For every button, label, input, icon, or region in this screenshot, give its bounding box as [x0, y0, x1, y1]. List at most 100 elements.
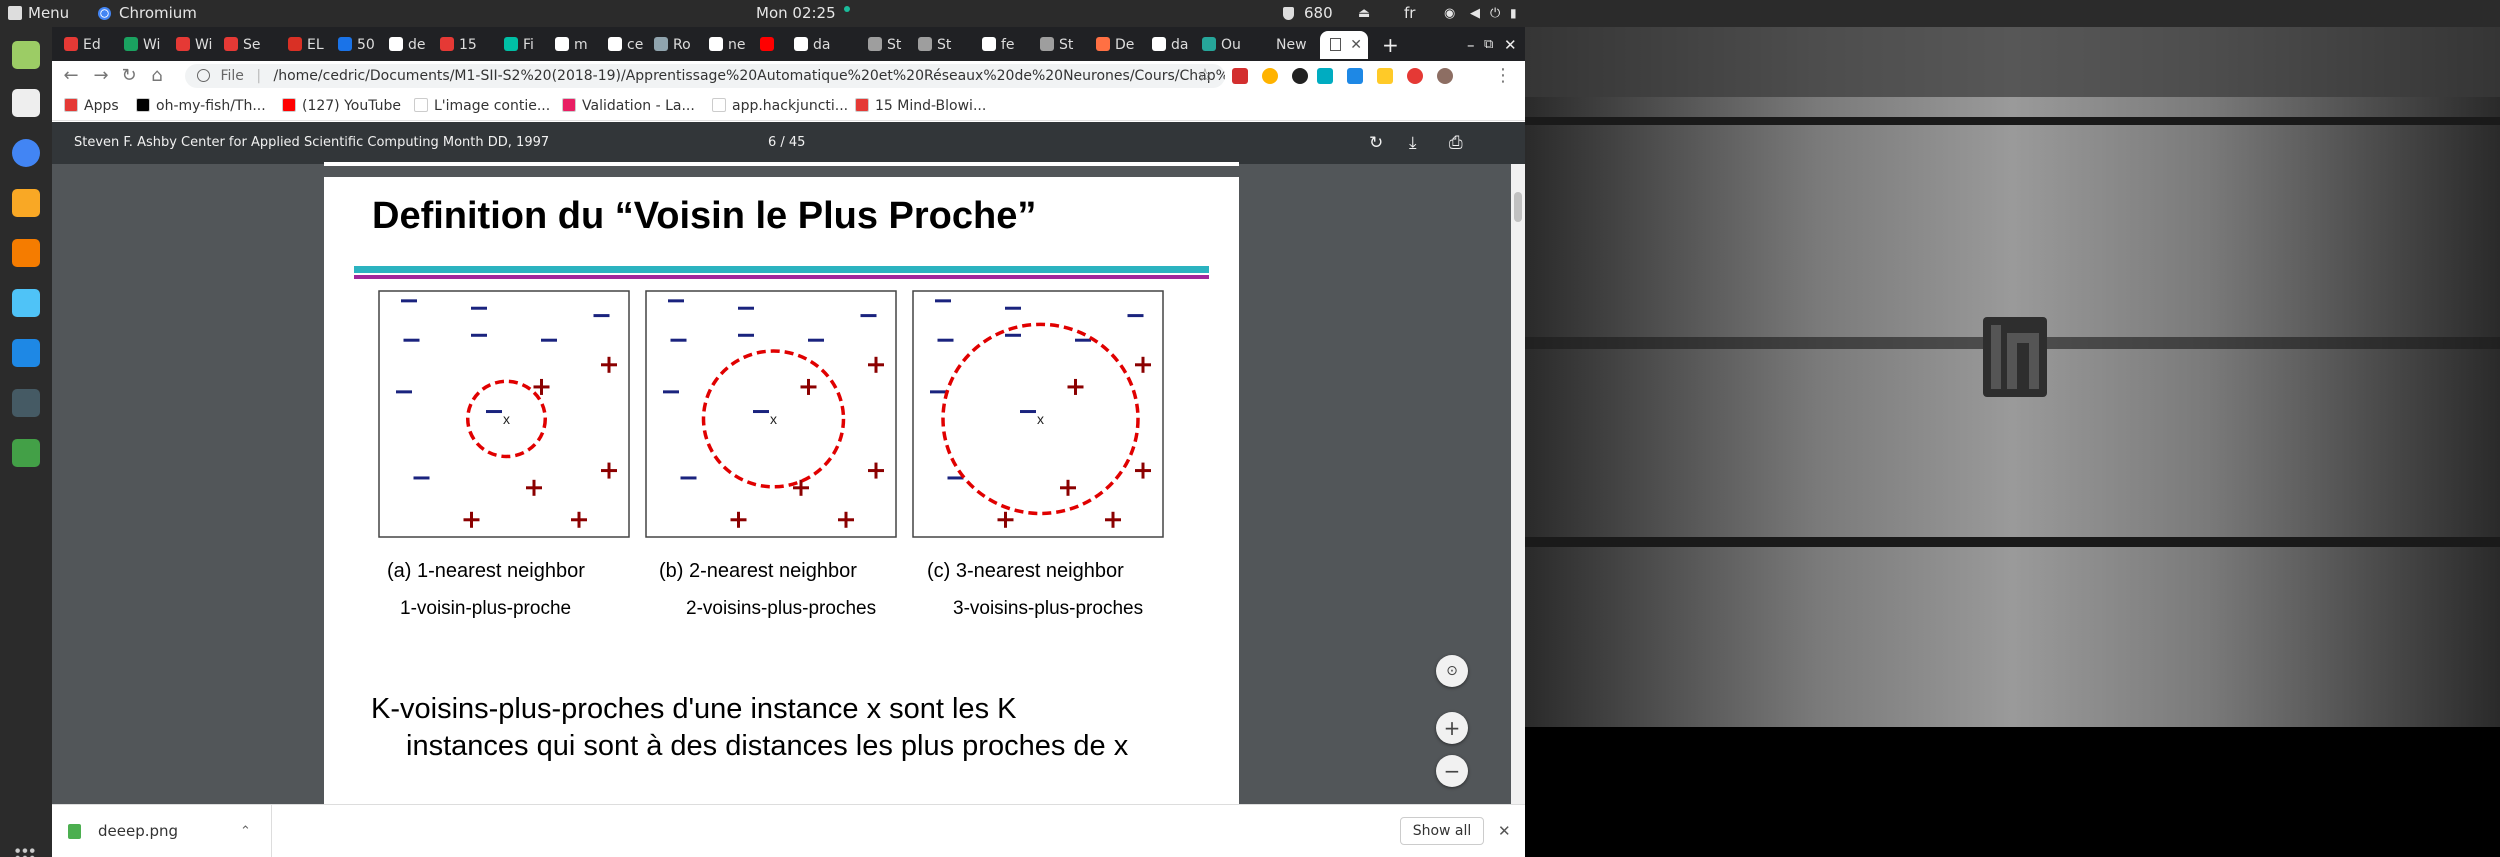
close-download-bar-icon[interactable]: ✕: [1498, 805, 1511, 857]
tab-19[interactable]: St: [1040, 31, 1092, 59]
rotate-icon[interactable]: ↻: [1369, 122, 1383, 164]
tab-label: New: [1276, 37, 1307, 53]
page-indicator[interactable]: 6 / 45: [768, 122, 805, 164]
bookmark-6[interactable]: app.hackjuncti...: [712, 91, 848, 121]
tab-14[interactable]: [760, 31, 790, 59]
close-tab-icon[interactable]: ✕: [1350, 31, 1362, 59]
kebab-menu-icon[interactable]: ⋮: [1492, 65, 1514, 87]
back-icon[interactable]: ←: [60, 65, 82, 87]
download-icon[interactable]: ⤓: [1409, 122, 1417, 164]
active-app[interactable]: Chromium: [98, 0, 197, 27]
zoom-in-icon[interactable]: +: [1436, 712, 1468, 744]
eject-icon[interactable]: ⏏: [1358, 0, 1370, 27]
tab-1[interactable]: Ed: [64, 31, 120, 59]
extension-icon-5[interactable]: [1347, 68, 1363, 84]
tab-23[interactable]: New: [1257, 31, 1313, 59]
tab-favicon-icon: [709, 37, 723, 51]
tab-13[interactable]: ne: [709, 31, 756, 59]
download-item[interactable]: deeep.png ⌃: [52, 805, 272, 857]
extension-icon-3[interactable]: [1292, 68, 1308, 84]
bookmark-3[interactable]: (127) YouTube: [282, 91, 401, 121]
restore-icon[interactable]: ⧉: [1484, 31, 1493, 59]
tab-9[interactable]: Fi: [504, 31, 551, 59]
spreadsheet-icon[interactable]: [12, 439, 40, 467]
chevron-up-icon[interactable]: ⌃: [240, 805, 251, 857]
scrollbar-thumb[interactable]: [1514, 192, 1522, 222]
extension-icon-7[interactable]: [1407, 68, 1423, 84]
tab-6[interactable]: 50: [338, 31, 385, 59]
tab-22[interactable]: Ou: [1202, 31, 1253, 59]
close-window-icon[interactable]: ✕: [1504, 31, 1517, 59]
terminal-icon[interactable]: [12, 389, 40, 417]
tab-7[interactable]: de: [389, 31, 436, 59]
power-icon[interactable]: ⏻: [1490, 0, 1500, 27]
tab-5[interactable]: EL: [288, 31, 334, 59]
tab-12[interactable]: Ro: [654, 31, 705, 59]
extension-icon-4[interactable]: [1317, 68, 1333, 84]
document-icon: [1330, 38, 1341, 51]
forward-icon[interactable]: →: [90, 65, 112, 87]
tab-18[interactable]: fe: [982, 31, 1036, 59]
tab-favicon-icon: [440, 37, 454, 51]
tab-16[interactable]: St: [868, 31, 914, 59]
tab-21[interactable]: da: [1152, 31, 1198, 59]
bookmarks-bar: Apps oh-my-fish/Th... (127) YouTube L'image…: [52, 91, 1525, 121]
keyboard-layout[interactable]: fr: [1404, 0, 1415, 27]
profile-avatar[interactable]: [1437, 68, 1453, 84]
reload-icon[interactable]: ↻: [118, 65, 140, 87]
tab-15[interactable]: da: [794, 31, 864, 59]
bookmark-label: 15 Mind-Blowi...: [875, 98, 987, 114]
home-icon[interactable]: ⌂: [146, 65, 168, 87]
document-viewer-icon[interactable]: [12, 89, 40, 117]
body-text-line-2: instances qui sont à des distances les p…: [406, 730, 1129, 762]
chat-icon[interactable]: [12, 289, 40, 317]
new-tab-button[interactable]: +: [1382, 31, 1399, 59]
tab-11[interactable]: ce: [608, 31, 650, 59]
minimize-icon[interactable]: –: [1467, 31, 1475, 59]
tab-label: da: [813, 37, 831, 53]
extension-icon-2[interactable]: [1262, 68, 1278, 84]
body-text-line-1: K-voisins-plus-proches d'une instance x …: [371, 693, 1017, 725]
fit-page-icon[interactable]: ⊙: [1436, 655, 1468, 687]
bookmark-star-icon[interactable]: ☆: [1194, 65, 1216, 87]
shield-indicator[interactable]: 680: [1283, 0, 1333, 27]
tab-label: Wi: [195, 37, 213, 53]
downloader-icon[interactable]: [12, 239, 40, 267]
tab-2[interactable]: Wi: [124, 31, 172, 59]
tab-4[interactable]: Se: [224, 31, 284, 59]
tab-3[interactable]: Wi: [176, 31, 220, 59]
apps-grid-icon: [64, 98, 78, 112]
bookmark-5[interactable]: Validation - La...: [562, 91, 695, 121]
tab-active[interactable]: ✕: [1320, 31, 1368, 59]
sublime-text-icon[interactable]: [12, 189, 40, 217]
scrollbar[interactable]: [1511, 164, 1525, 804]
file-manager-icon[interactable]: [12, 41, 40, 69]
bookmark-1[interactable]: Apps: [64, 91, 119, 121]
download-bar: deeep.png ⌃ Show all ✕: [52, 804, 1525, 857]
zoom-out-icon[interactable]: −: [1436, 755, 1468, 787]
tab-10[interactable]: m: [555, 31, 604, 59]
address-bar[interactable]: File | /home/cedric/Documents/M1-SII-S2%…: [185, 64, 1225, 88]
bookmark-4[interactable]: L'image contie...: [414, 91, 550, 121]
bookmark-favicon-icon: [136, 98, 150, 112]
chromium-dock-icon[interactable]: [12, 139, 40, 167]
query-point: x: [770, 411, 777, 427]
show-all-button[interactable]: Show all: [1400, 817, 1484, 845]
system-panel: Menu Chromium Mon 02:25 680 ⏏ fr ◉ ◀ ⏻ ▮: [0, 0, 2500, 27]
app-grid-icon[interactable]: [14, 847, 36, 857]
tab-label: St: [937, 37, 952, 53]
menu-button[interactable]: Menu: [8, 0, 69, 27]
volume-icon[interactable]: ◀: [1470, 0, 1480, 27]
tab-8[interactable]: 15: [440, 31, 500, 59]
bookmark-2[interactable]: oh-my-fish/Th...: [136, 91, 266, 121]
battery-icon[interactable]: ▮: [1510, 0, 1517, 27]
wifi-icon[interactable]: ◉: [1444, 0, 1455, 27]
bookmark-7[interactable]: 15 Mind-Blowi...: [855, 91, 986, 121]
extension-icon-1[interactable]: [1232, 68, 1248, 84]
clock[interactable]: Mon 02:25: [756, 0, 851, 27]
extension-icon-6[interactable]: [1377, 68, 1393, 84]
tab-20[interactable]: De: [1096, 31, 1148, 59]
print-icon[interactable]: ⎙: [1449, 122, 1463, 164]
tab-17[interactable]: St: [918, 31, 978, 59]
screenshot-icon[interactable]: [12, 339, 40, 367]
